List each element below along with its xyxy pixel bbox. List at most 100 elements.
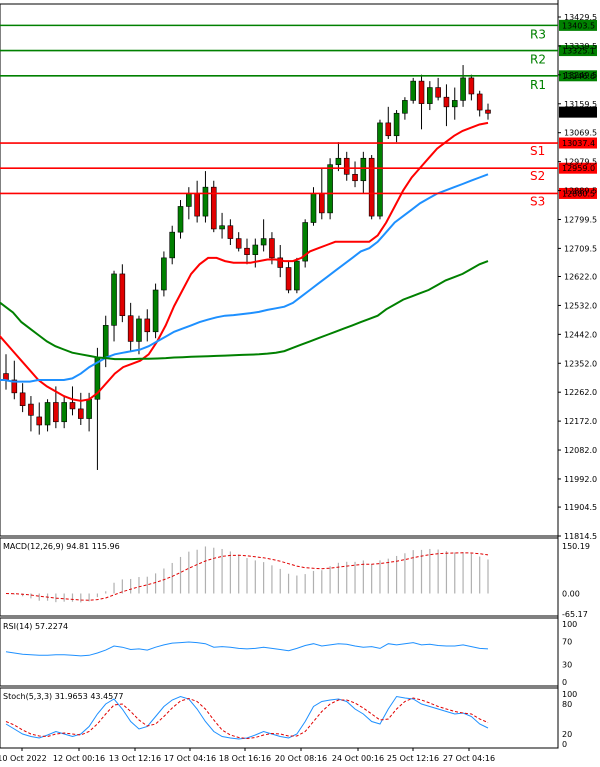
candle [3, 354, 9, 390]
time-tick-label: 25 Oct 12:16 [387, 754, 439, 763]
candle [451, 87, 458, 120]
price-tick-label: 12622.0 [564, 273, 597, 282]
level-name: S3 [530, 194, 545, 208]
macd-tick-label: -65.17 [562, 610, 588, 619]
candle [19, 383, 26, 413]
time-tick-label: 17 Oct 04:16 [164, 754, 216, 763]
candle [244, 238, 250, 265]
rsi-panel: RSI(14) 57.2274 100 70 30 0 [0, 617, 577, 687]
candle-body [53, 402, 59, 423]
price-tick-label: 11992.0 [564, 475, 597, 484]
candle [219, 212, 225, 239]
candle [335, 142, 342, 172]
candle [161, 251, 167, 297]
price-tick-label: 13249.5 [564, 71, 597, 80]
candle [360, 151, 367, 194]
candle [235, 232, 242, 252]
candle [368, 155, 375, 220]
candle-body [468, 77, 475, 95]
candle-body [352, 174, 358, 182]
candle [127, 302, 134, 352]
candle [177, 200, 184, 239]
candle-body [260, 238, 267, 246]
candle [11, 360, 18, 400]
time-tick-label: 13 Oct 12:16 [109, 754, 161, 763]
time-tick-label: 10 Oct 2022 [0, 754, 47, 763]
price-tick-label: 12442.0 [564, 330, 597, 339]
candle [36, 402, 43, 435]
candle-body [393, 112, 400, 137]
price-axis: 13429.513339.513249.513159.513069.512979… [558, 13, 597, 541]
candle-body [335, 157, 342, 165]
candle-body [360, 157, 367, 182]
price-tick-label: 12709.5 [564, 244, 597, 253]
stoch-tick-label: 20 [562, 730, 572, 739]
candle [285, 261, 292, 294]
price-tick-label: 13429.5 [564, 13, 597, 22]
candle-body [418, 80, 425, 104]
time-axis: 10 Oct 2022 12 Oct 00:16 13 Oct 12:16 17 Oc… [0, 748, 495, 763]
candle [485, 103, 491, 120]
level-name: S1 [530, 144, 545, 158]
candle-body [235, 238, 242, 249]
candle-body [476, 93, 483, 111]
candle-body [327, 164, 333, 214]
levels-layer: R313403.5R213325.1R113246.6S113037.4S212… [0, 19, 597, 208]
candle-body [485, 109, 491, 114]
price-frame [0, 3, 559, 537]
candle-body [44, 402, 51, 426]
candle-body [294, 260, 300, 291]
candle-body [28, 403, 34, 416]
stoch-tick-label: 0 [562, 740, 567, 749]
price-tick-label: 12532.0 [564, 301, 597, 310]
candle [377, 119, 383, 220]
time-tick-label: 24 Oct 00:16 [332, 754, 384, 763]
candle [385, 106, 392, 139]
candle-body [368, 157, 375, 217]
candle-body [227, 225, 234, 239]
level-name: R2 [530, 53, 546, 67]
rsi-tick-label: 30 [562, 661, 572, 670]
last-price-label: 13133.5 [562, 108, 595, 117]
stoch-k-line [5, 695, 489, 740]
candle [152, 283, 159, 339]
stoch-tick-label: 80 [562, 700, 572, 709]
candle-body [169, 231, 175, 259]
candle [28, 396, 34, 432]
candle-body [152, 289, 159, 333]
candle-body [402, 100, 408, 114]
candle-body [435, 87, 441, 98]
stoch-tick-label: 100 [562, 690, 577, 699]
candle [119, 264, 126, 323]
candle [294, 257, 300, 294]
candle [252, 238, 259, 268]
candle [144, 309, 151, 342]
candle [410, 77, 417, 104]
candle [352, 161, 358, 188]
time-tick-label: 18 Oct 16:16 [219, 754, 271, 763]
candle-body [144, 318, 151, 333]
candle-body [86, 398, 92, 419]
moving-average-line [0, 173, 489, 383]
level-name: S2 [530, 169, 545, 183]
candle [343, 151, 350, 181]
candle [194, 180, 200, 223]
candle-body [377, 122, 383, 217]
candle [186, 187, 192, 220]
price-tick-label: 12262.0 [564, 388, 597, 397]
candle-body [19, 392, 26, 406]
candle [327, 158, 333, 220]
price-tick-label: 11814.5 [564, 532, 597, 541]
candle-body [177, 206, 184, 233]
candle-body [102, 325, 109, 358]
candle-body [318, 193, 325, 214]
candle [210, 180, 217, 233]
candle-body [310, 193, 317, 223]
stoch-d-line [5, 697, 489, 740]
time-tick-label: 27 Oct 04:16 [443, 754, 495, 763]
candle-body [194, 193, 200, 217]
candle [402, 97, 408, 120]
candle [435, 77, 441, 101]
macd-panel: MACD(12,26,9) 94.81 115.96 150.19 0.00 -65.… [0, 537, 590, 619]
candle-body [244, 247, 250, 255]
